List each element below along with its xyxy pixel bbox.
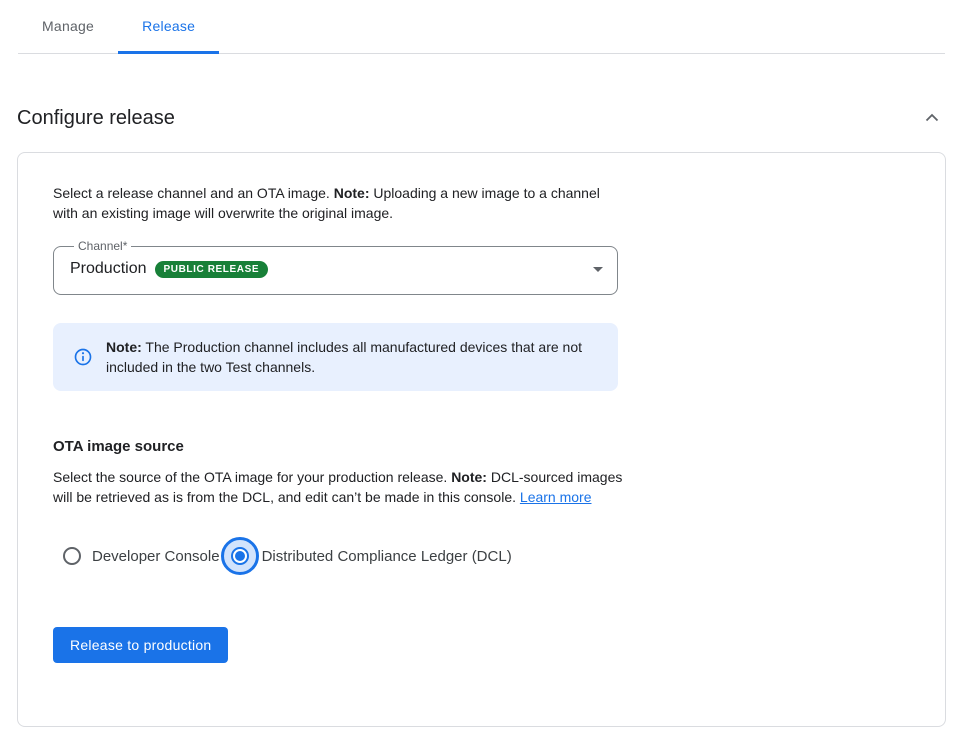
note-banner-body: The Production channel includes all manu…	[106, 339, 582, 375]
configure-release-card: Select a release channel and an OTA imag…	[17, 152, 946, 727]
channel-select-label: Channel*	[74, 239, 131, 253]
radio-unselected-icon	[63, 547, 81, 565]
ota-source-description: Select the source of the OTA image for y…	[53, 467, 623, 507]
section-header: Configure release	[17, 104, 946, 132]
note-banner-bold: Note:	[106, 339, 142, 355]
ota-desc-note-label: Note:	[451, 469, 487, 485]
note-banner: Note: The Production channel includes al…	[53, 323, 618, 391]
page-title: Configure release	[17, 107, 175, 130]
release-to-production-button[interactable]: Release to production	[53, 627, 228, 663]
ota-source-radio-group: Developer Console Distributed Compliance…	[53, 534, 910, 578]
radio-option-dcl-label: Distributed Compliance Ledger (DCL)	[262, 548, 512, 565]
tab-release[interactable]: Release	[118, 0, 219, 54]
chevron-up-icon	[920, 106, 944, 130]
radio-option-developer-console[interactable]: Developer Console	[63, 547, 220, 565]
info-icon	[73, 347, 93, 367]
tab-manage-label: Manage	[42, 18, 94, 34]
intro-note-label: Note:	[334, 185, 370, 201]
dropdown-arrow-icon	[593, 267, 603, 272]
channel-select[interactable]: Channel* Production PUBLIC RELEASE	[53, 239, 618, 295]
ota-desc-before: Select the source of the OTA image for y…	[53, 469, 451, 485]
tab-release-label: Release	[142, 18, 195, 34]
public-release-badge: PUBLIC RELEASE	[155, 261, 269, 278]
radio-selected-icon	[221, 537, 259, 575]
tab-bar: Manage Release	[18, 0, 945, 54]
radio-option-developer-console-label: Developer Console	[92, 548, 220, 565]
collapse-section-button[interactable]	[918, 104, 946, 132]
intro-text-before: Select a release channel and an OTA imag…	[53, 185, 334, 201]
note-banner-text: Note: The Production channel includes al…	[106, 337, 584, 377]
learn-more-link[interactable]: Learn more	[520, 489, 592, 505]
radio-option-dcl[interactable]: Distributed Compliance Ledger (DCL)	[220, 537, 512, 575]
intro-text: Select a release channel and an OTA imag…	[53, 183, 618, 223]
channel-select-value-row: Production PUBLIC RELEASE	[70, 253, 603, 285]
tab-manage[interactable]: Manage	[18, 0, 118, 54]
channel-select-value: Production	[70, 260, 147, 278]
ota-source-heading: OTA image source	[53, 438, 910, 455]
